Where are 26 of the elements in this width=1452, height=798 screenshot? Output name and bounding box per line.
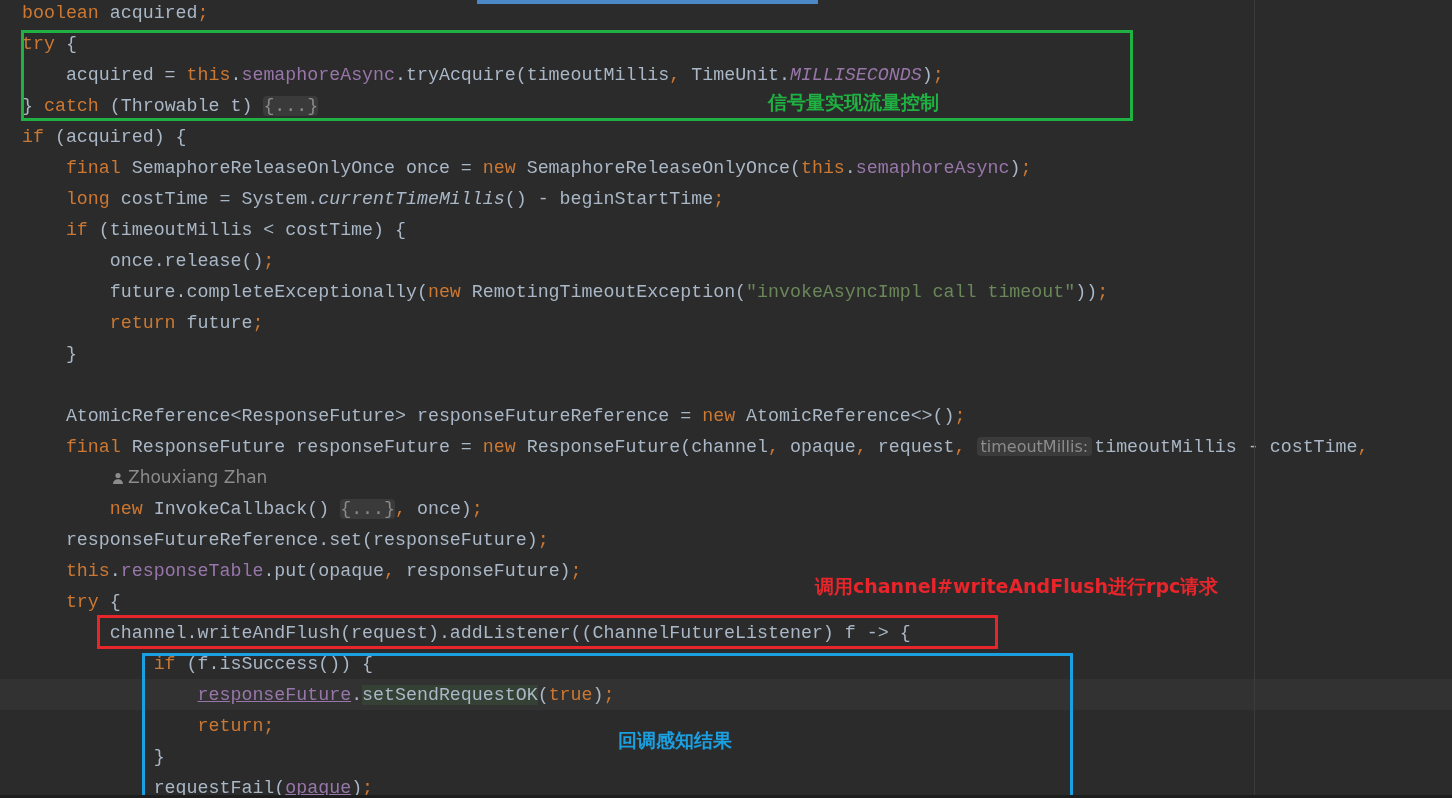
code-line: responseFuture.setSendRequestOK(true);	[196, 683, 615, 707]
code-line: once.release();	[108, 249, 275, 273]
annotation-label: 调用channel#writeAndFlush进行rpc请求	[815, 574, 1219, 599]
code-line: }	[152, 745, 165, 769]
code-line: return future;	[108, 311, 264, 335]
code-line: }	[64, 342, 77, 366]
code-line: if (acquired) {	[22, 125, 187, 149]
code-line: this.responseTable.put(opaque, responseFuture);	[64, 559, 582, 583]
code-line: acquired = this.semaphoreAsync.tryAcquire(timeoutMillis, TimeUnit.MILLISECONDS);	[64, 63, 944, 87]
code-line: channel.writeAndFlush(request).addListener((ChannelFutureListener) f -> {	[108, 621, 911, 645]
code-line: try {	[64, 590, 121, 614]
code-line: long costTime = System.currentTimeMillis() - beginStartTime;	[64, 187, 725, 211]
code-line: try {	[22, 32, 77, 56]
annotation-label: 信号量实现流量控制	[768, 90, 939, 115]
code-line: if (timeoutMillis < costTime) {	[64, 218, 406, 242]
code-line: new InvokeCallback() {...}, once);	[108, 497, 483, 521]
code-line: boolean acquired;	[22, 1, 209, 25]
code-line: responseFutureReference.set(responseFuture);	[64, 528, 549, 552]
code-line: future.completeExceptionally(new RemotingTimeoutException("invokeAsyncImpl call timeout"));	[108, 280, 1109, 304]
annotation-label: 回调感知结果	[618, 728, 732, 753]
code-line: if (f.isSuccess()) {	[152, 652, 374, 676]
person-icon	[112, 471, 124, 484]
code-line: AtomicReference<ResponseFuture> responseFutureReference = new AtomicReference<>();	[64, 404, 966, 428]
author-hint: Zhouxiang Zhan	[128, 465, 268, 489]
code-line: return;	[196, 714, 275, 738]
code-line: final SemaphoreReleaseOnlyOnce once = new SemaphoreReleaseOnlyOnce(this.semaphoreAsync);	[64, 156, 1032, 180]
